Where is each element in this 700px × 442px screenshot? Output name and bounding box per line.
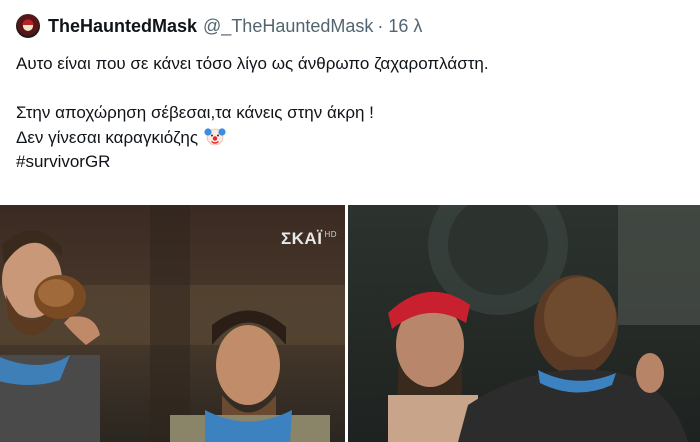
- author-handle[interactable]: @_TheHauntedMask: [203, 16, 373, 37]
- tweet-text: Αυτο είναι που σε κάνει τόσο λίγο ως άνθ…: [16, 52, 686, 175]
- media-photo-right[interactable]: [348, 205, 700, 442]
- channel-logo: ΣΚΑΪ HD: [281, 229, 337, 249]
- tweet-text-line-3: Στην αποχώρηση σέβεσαι,τα κάνεις στην άκ…: [16, 103, 374, 122]
- avatar[interactable]: [16, 14, 40, 38]
- tweet-timestamp[interactable]: 16 λ: [388, 16, 422, 37]
- tweet-text-line-4: Δεν γίνεσαι καραγκιόζης: [16, 126, 686, 151]
- tweet-header: TheHauntedMask @_TheHauntedMask · 16 λ: [16, 12, 422, 40]
- clown-face-icon: [204, 127, 226, 145]
- separator-dot: ·: [377, 15, 384, 36]
- photo-right-image: [348, 205, 700, 442]
- tweet[interactable]: TheHauntedMask @_TheHauntedMask · 16 λ Α…: [0, 0, 700, 442]
- channel-logo-text: ΣΚΑΪ: [280, 229, 323, 248]
- hashtag-link[interactable]: #survivorGR: [16, 150, 686, 175]
- tweet-text-line-1: Αυτο είναι που σε κάνει τόσο λίγο ως άνθ…: [16, 54, 489, 73]
- media-photo-left[interactable]: ΣΚΑΪ HD: [0, 205, 345, 442]
- tweet-text-blank-line: [16, 77, 686, 102]
- tweet-text-line-4-text: Δεν γίνεσαι καραγκιόζης: [16, 127, 199, 147]
- channel-logo-suffix: HD: [324, 230, 337, 240]
- tweet-media: ΣΚΑΪ HD: [0, 205, 700, 442]
- author-name[interactable]: TheHauntedMask: [48, 16, 197, 37]
